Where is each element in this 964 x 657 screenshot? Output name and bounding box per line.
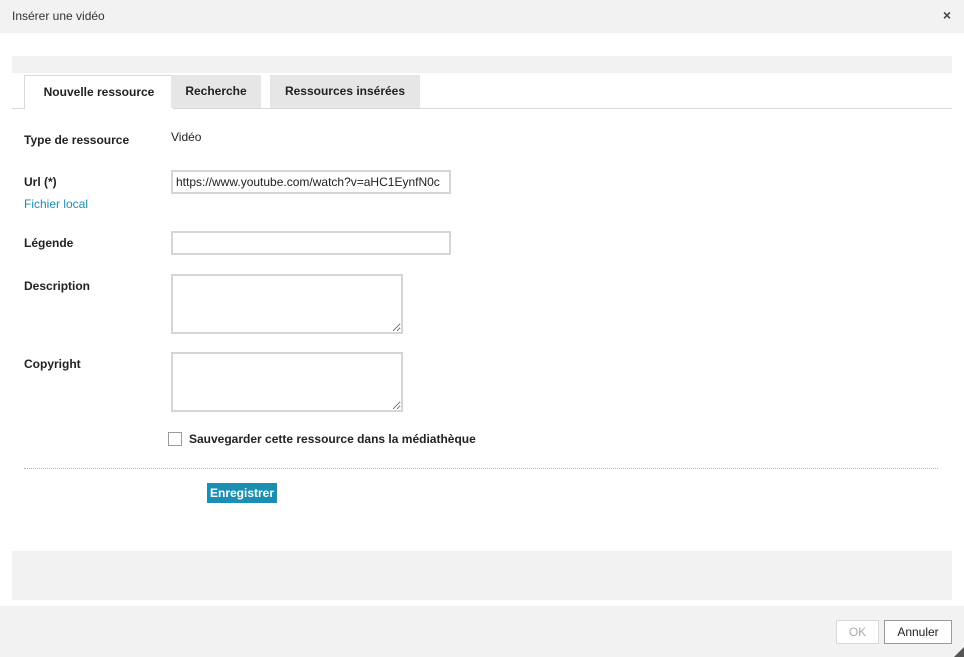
save-to-library-label: Sauvegarder cette ressource dans la médi… <box>189 432 476 446</box>
close-icon[interactable]: × <box>941 8 953 22</box>
dialog-title: Insérer une vidéo <box>12 9 105 23</box>
dialog-titlebar: Insérer une vidéo × <box>0 0 964 33</box>
bottom-panel-strip <box>12 551 952 600</box>
save-to-library-checkbox[interactable] <box>168 432 182 446</box>
resource-type-label: Type de ressource <box>24 133 130 147</box>
tab-inserted-resources[interactable]: Ressources insérées <box>270 75 420 108</box>
local-file-link[interactable]: Fichier local <box>24 197 88 211</box>
dotted-separator <box>24 468 938 469</box>
tab-search[interactable]: Recherche <box>171 75 261 108</box>
description-textarea[interactable] <box>171 274 403 334</box>
caption-input[interactable] <box>171 231 451 255</box>
dialog-footer: OK Annuler <box>0 606 964 657</box>
url-label: Url (*) <box>24 175 57 189</box>
caption-label: Légende <box>24 236 74 250</box>
resource-type-value: Vidéo <box>171 130 202 144</box>
url-input[interactable] <box>171 170 451 194</box>
copyright-textarea[interactable] <box>171 352 403 412</box>
insert-video-dialog: Insérer une vidéo × Nouvelle ressource R… <box>0 0 964 657</box>
ok-button[interactable]: OK <box>836 620 879 644</box>
top-panel-strip <box>12 56 952 73</box>
tab-new-resource[interactable]: Nouvelle ressource <box>24 75 174 110</box>
cancel-button[interactable]: Annuler <box>884 620 952 644</box>
tab-bar: Nouvelle ressource Recherche Ressources … <box>12 75 952 110</box>
description-label: Description <box>24 279 91 293</box>
copyright-label: Copyright <box>24 357 81 371</box>
save-button[interactable]: Enregistrer <box>207 483 277 503</box>
resize-grip-icon[interactable] <box>954 647 964 657</box>
